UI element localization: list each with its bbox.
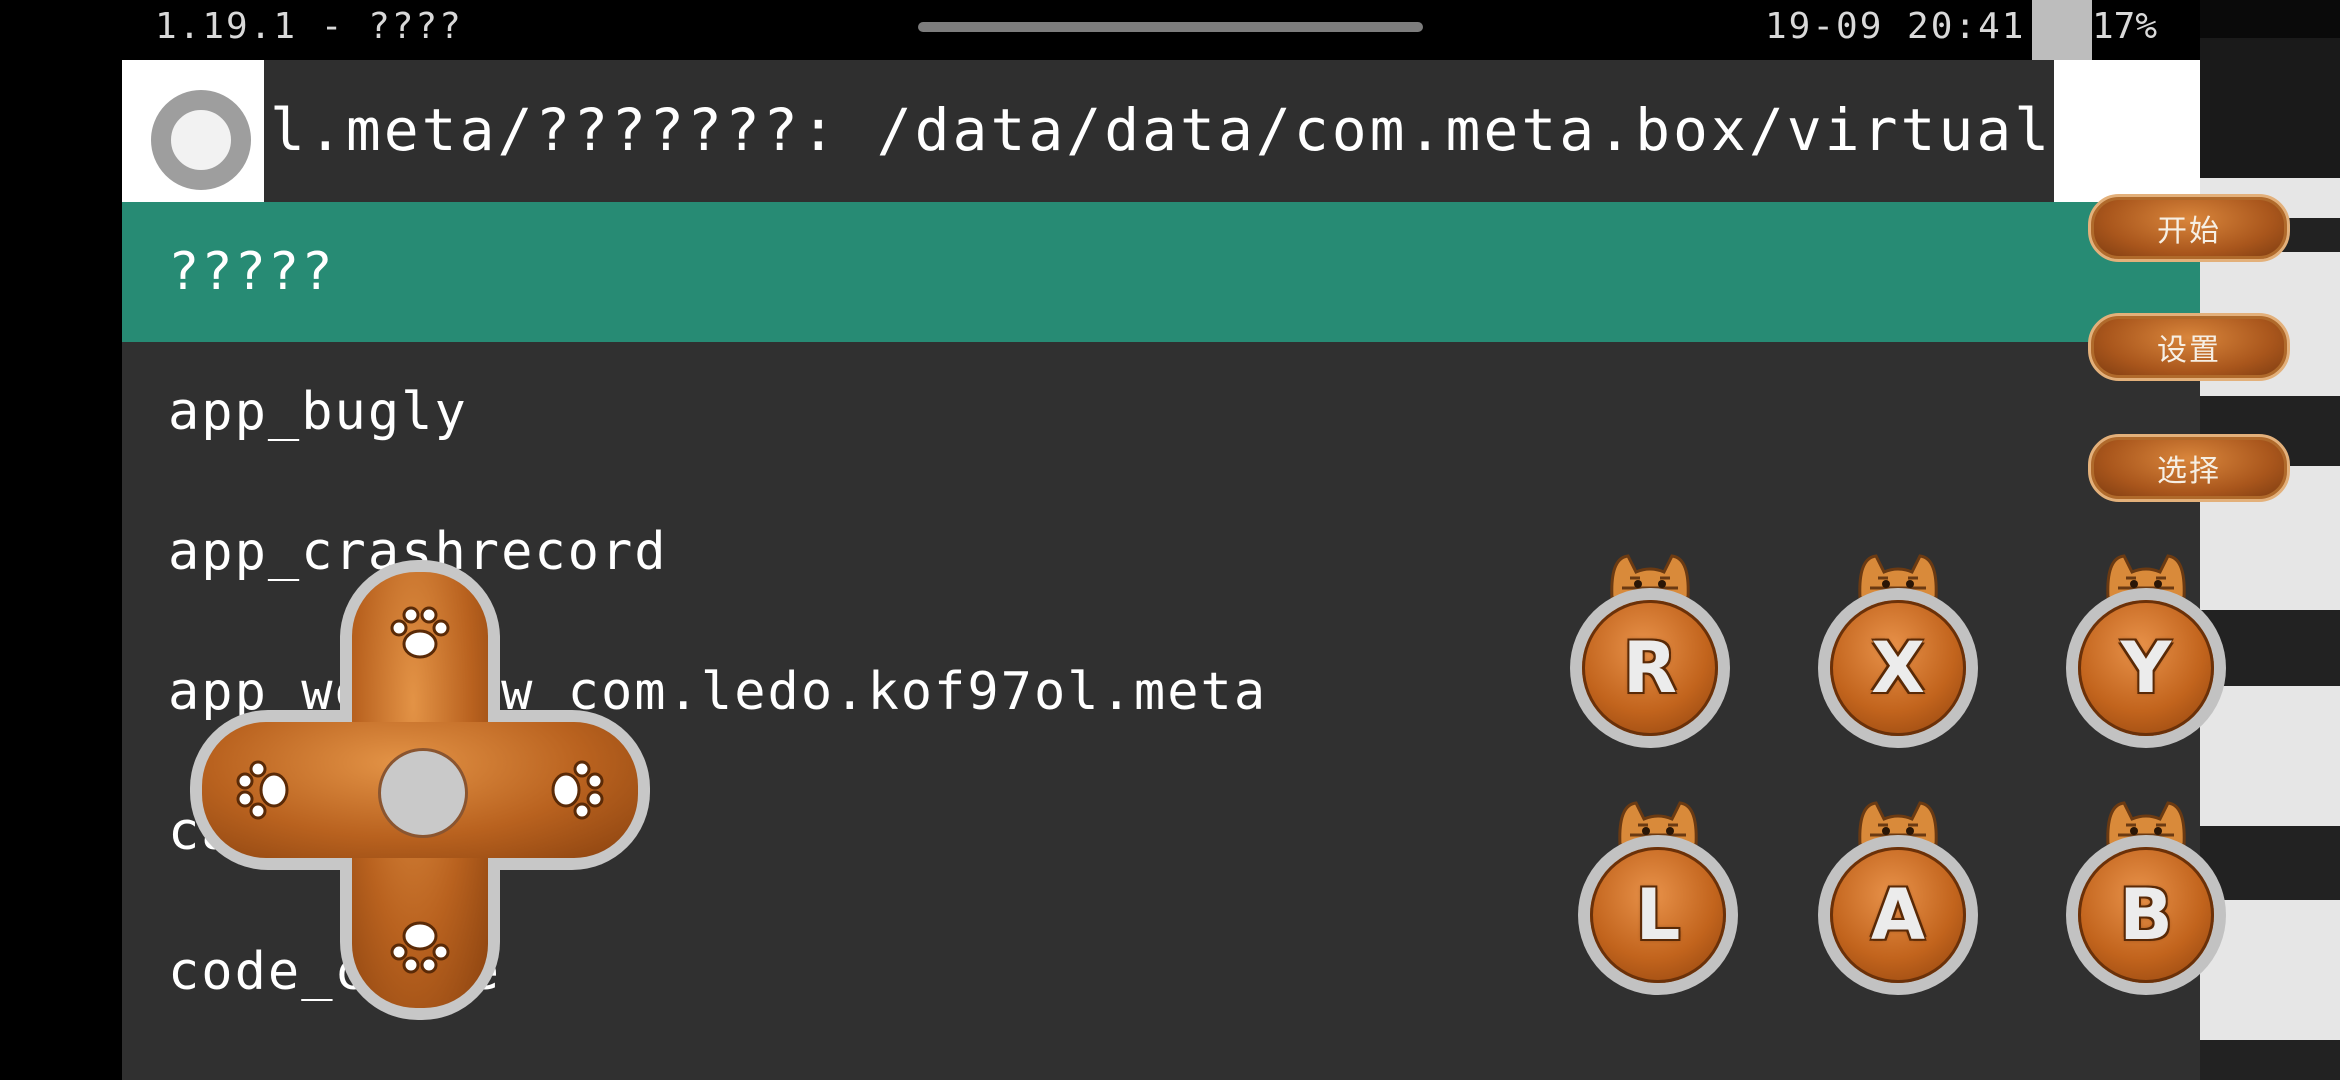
list-item-selected[interactable]: ?????: [122, 202, 2200, 342]
button-letter: B: [2119, 874, 2173, 956]
paw-left-icon[interactable]: [228, 755, 298, 825]
list-item-label: ?????: [168, 242, 335, 302]
list-item[interactable]: app_bugly: [122, 342, 2200, 482]
button-letter: R: [1623, 627, 1677, 709]
status-time: 19-09 20:41: [1765, 6, 2026, 47]
dpad-center[interactable]: [378, 748, 468, 838]
y-button[interactable]: Y: [2066, 548, 2226, 748]
button-letter: A: [1870, 874, 1926, 956]
paw-right-icon[interactable]: [542, 755, 612, 825]
paw-up-icon[interactable]: [385, 598, 455, 668]
battery-level: 17%: [2092, 6, 2158, 47]
strip-segment: [2200, 38, 2340, 178]
notch-handle: [918, 22, 1423, 32]
strip-segment: [2200, 1040, 2340, 1080]
button-letter: L: [1635, 874, 1681, 956]
x-button[interactable]: X: [1818, 548, 1978, 748]
list-item-label: app_bugly: [168, 382, 468, 442]
a-button[interactable]: A: [1818, 795, 1978, 995]
select-button[interactable]: 选择: [2088, 434, 2290, 502]
button-letter: Y: [2120, 627, 2172, 709]
l-button[interactable]: L: [1578, 795, 1738, 995]
status-bar: 1.19.1 - ???? 19-09 20:41 17%: [0, 0, 2200, 60]
button-letter: X: [1871, 627, 1925, 709]
dpad[interactable]: [190, 560, 650, 1020]
current-path: l.meta/???????: /data/data/com.meta.box/…: [270, 96, 2129, 164]
b-button[interactable]: B: [2066, 795, 2226, 995]
logo-button[interactable]: [122, 60, 264, 202]
header-blank-panel: [2054, 60, 2200, 202]
app-version-label: 1.19.1 - ????: [155, 6, 463, 47]
r-button[interactable]: R: [1570, 548, 1730, 748]
status-indicator: [2032, 0, 2092, 60]
circle-logo-icon: [151, 90, 251, 190]
paw-down-icon[interactable]: [385, 912, 455, 982]
start-button[interactable]: 开始: [2088, 194, 2290, 262]
path-header: l.meta/???????: /data/data/com.meta.box/…: [122, 60, 2200, 202]
settings-button[interactable]: 设置: [2088, 313, 2290, 381]
